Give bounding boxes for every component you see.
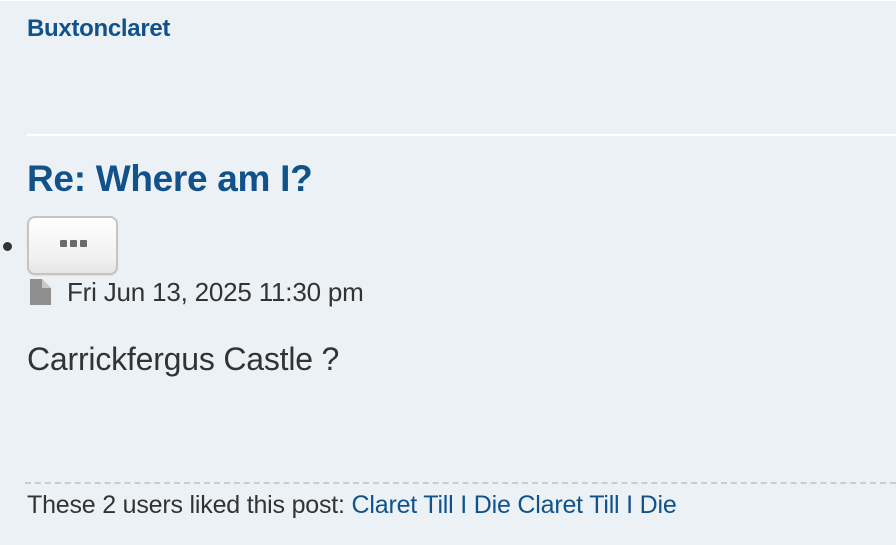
post-date: Fri Jun 13, 2025 11:30 pm: [27, 277, 364, 307]
post-date-text: Fri Jun 13, 2025 11:30 pm: [67, 276, 364, 307]
file-icon: [30, 279, 51, 305]
post-title[interactable]: Re: Where am I?: [27, 156, 313, 202]
post-author-link[interactable]: Buxtonclaret: [27, 15, 170, 43]
ellipsis-icon: [60, 240, 87, 247]
liked-user-link[interactable]: Claret Till I Die: [352, 491, 511, 519]
post-content: Carrickfergus Castle ?: [27, 341, 340, 377]
post-divider: [27, 134, 896, 136]
list-bullet: [3, 242, 12, 251]
post: Buxtonclaret Re: Where am I? Fri Jun 13,…: [0, 0, 896, 545]
liked-user-link[interactable]: Claret Till I Die: [517, 491, 676, 519]
post-menu-button[interactable]: [27, 216, 118, 275]
likes-separator: [25, 482, 896, 484]
post-likes: These 2 users liked this post: Claret Ti…: [27, 491, 677, 520]
likes-label: These 2 users liked this post:: [27, 491, 345, 519]
